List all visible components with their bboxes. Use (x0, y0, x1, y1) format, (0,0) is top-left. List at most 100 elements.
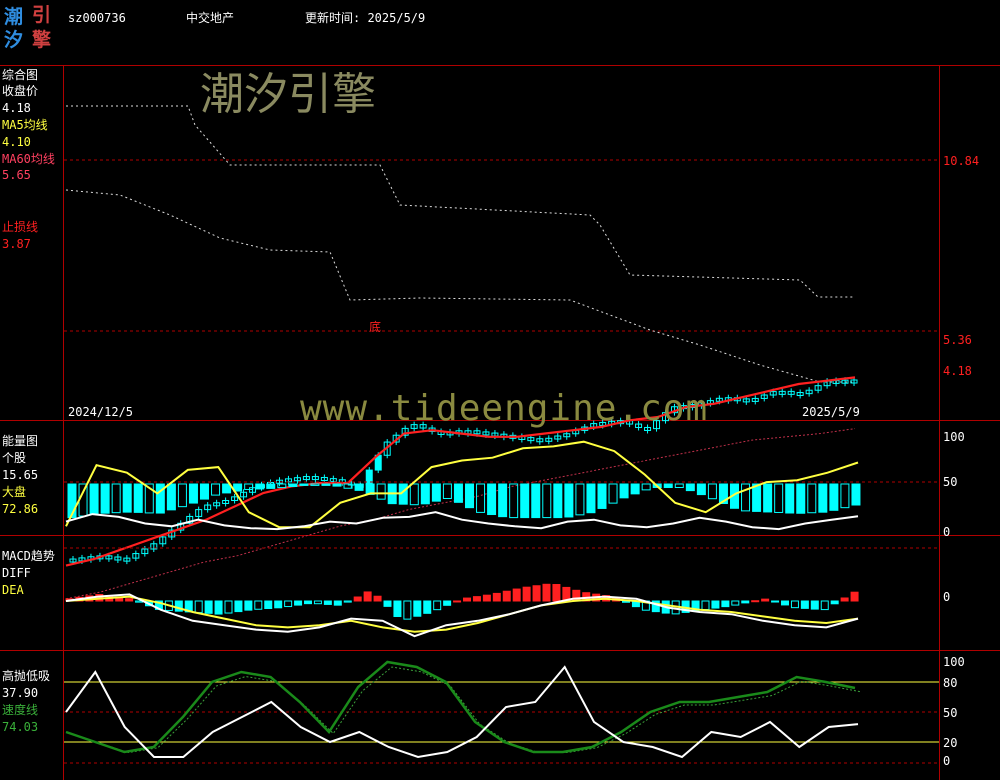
speed-line-value: 74.03 (2, 720, 39, 734)
ma60-label: MA60均线 (2, 152, 55, 166)
macd-bar (761, 598, 770, 602)
energy-bar (222, 483, 232, 494)
macd-bar (781, 600, 789, 606)
resistance-line (66, 105, 855, 298)
energy-bar (829, 483, 839, 511)
macd-bar (721, 600, 730, 608)
macd-bar (830, 600, 839, 605)
energy-bar (851, 483, 861, 506)
oscillator-value: 37.90 (2, 686, 39, 700)
macd-bar (800, 600, 809, 609)
energy-bar (663, 483, 673, 488)
macd-bar (353, 596, 362, 602)
macd-bar (532, 585, 541, 602)
oscillator-tick: 0 (943, 754, 951, 768)
date-end: 2025/5/9 (802, 405, 860, 419)
energy-bar (321, 483, 331, 486)
macd-bar (443, 600, 452, 606)
energy-bar (586, 483, 596, 514)
energy-bar (465, 483, 474, 509)
candle-body (365, 469, 373, 486)
support-line (65, 189, 855, 383)
energy-bar (354, 483, 364, 491)
panel4-title: 高抛低吸 (2, 669, 51, 683)
energy-bar (509, 483, 519, 519)
energy-bar (796, 483, 806, 514)
energy-bar (630, 483, 640, 495)
energy-bar (785, 483, 795, 514)
energy-bar (807, 483, 817, 514)
chart-screen: 潮 引 汐 擎 sz000736 中交地产 更新时间: 2025/5/9 潮汐引… (0, 0, 1000, 780)
energy-bar (487, 483, 497, 516)
energy-bar (608, 483, 618, 504)
energy-bar (288, 483, 298, 488)
energy-bar (211, 483, 221, 496)
energy-bar (774, 483, 784, 513)
speed-line-label: 速度线 (2, 703, 39, 717)
price-tick: 5.36 (943, 333, 972, 347)
energy-bar (575, 483, 585, 516)
oscillator-tick: 100 (943, 655, 965, 669)
energy-bar (122, 483, 132, 513)
energy-bar (453, 483, 463, 503)
macd-bar (482, 594, 491, 602)
energy-bar (619, 483, 629, 499)
energy-bar (133, 483, 143, 513)
energy-bar (420, 483, 430, 505)
close-value: 4.18 (2, 101, 31, 115)
market-energy-label: 大盘 (2, 485, 27, 499)
macd-bar (254, 600, 263, 610)
macd-bar (383, 600, 392, 607)
energy-bar (674, 483, 684, 488)
panel2-title: 能量图 (2, 434, 39, 448)
energy-bar (476, 483, 486, 513)
macd-bar (711, 600, 720, 609)
macd-bar (771, 600, 780, 603)
macd-bar (790, 600, 799, 609)
energy-bar (818, 483, 828, 513)
macd-bar (492, 592, 501, 602)
price-tick: 10.84 (943, 154, 980, 168)
macd-bar (840, 597, 849, 602)
panel3-title: MACD趋势 (2, 549, 55, 563)
energy-bar (442, 483, 452, 499)
panel1-title: 综合图 (2, 68, 39, 82)
macd-bar (522, 586, 531, 602)
speed-line (65, 660, 856, 754)
macd-bar (413, 600, 422, 617)
macd-bar (294, 600, 303, 606)
energy-bar (685, 483, 695, 492)
bottom-marker: 底 (369, 320, 382, 334)
ma60-line (65, 428, 856, 600)
close-label: 收盘价 (2, 84, 39, 98)
macd-bar (313, 600, 322, 605)
macd-bar (512, 588, 521, 602)
macd-bar (731, 600, 740, 606)
macd-tick: 0 (943, 590, 951, 604)
macd-bar (403, 600, 412, 620)
energy-bar (299, 483, 309, 486)
macd-bar (393, 600, 402, 618)
oscillator-tick: 20 (943, 736, 958, 750)
energy-bar (564, 483, 574, 518)
energy-tick: 50 (943, 475, 958, 489)
macd-bar (433, 600, 442, 611)
energy-bar (431, 483, 441, 502)
energy-bar (520, 483, 530, 519)
energy-bar (763, 483, 773, 513)
energy-bar (166, 483, 176, 511)
energy-bar (553, 483, 563, 519)
oscillator-tick: 50 (943, 706, 958, 720)
energy-bar (752, 483, 762, 512)
macd-bar (274, 600, 283, 609)
energy-tick: 0 (943, 525, 951, 539)
energy-bar (597, 483, 607, 509)
diff-label: DIFF (2, 566, 31, 580)
macd-bar (323, 600, 332, 605)
macd-bar (453, 600, 462, 603)
energy-tick: 100 (943, 430, 965, 444)
macd-bar (463, 597, 471, 602)
macd-bar (850, 591, 859, 602)
macd-bar (224, 600, 233, 614)
macd-bar (214, 600, 223, 615)
